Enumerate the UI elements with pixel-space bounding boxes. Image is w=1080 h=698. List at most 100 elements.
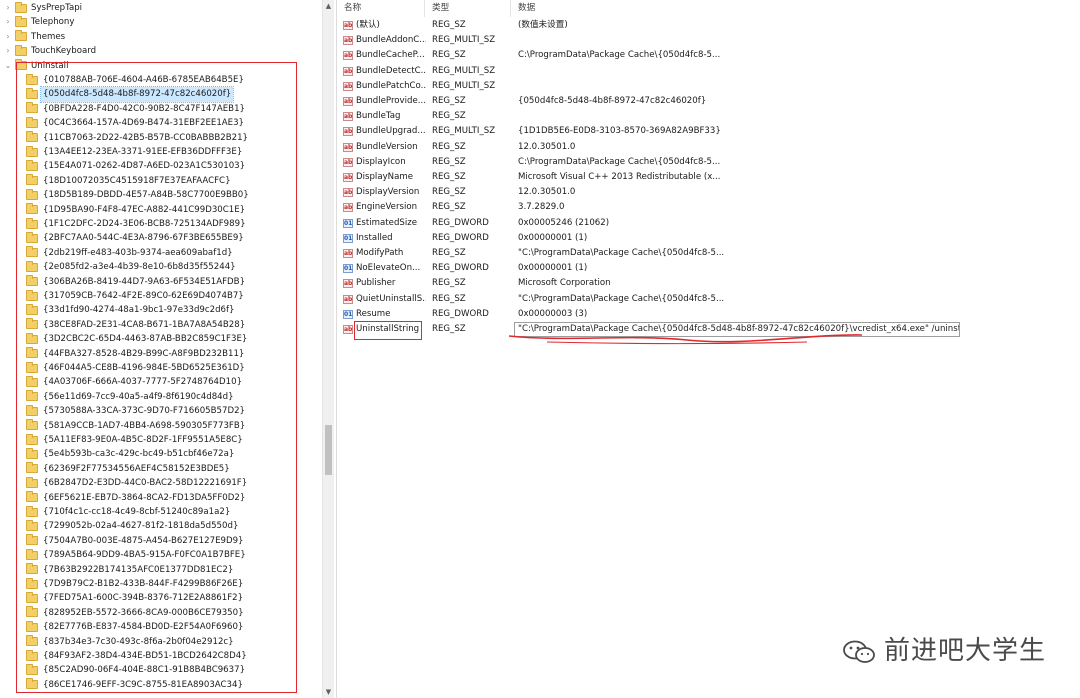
tree-item-label: {18D10072035C4515918F7E37EAFAACFC} <box>43 175 231 186</box>
value-type: REG_DWORD <box>432 308 489 319</box>
expand-chevron-icon[interactable]: › <box>4 15 12 29</box>
value-name: BundleVersion <box>356 141 418 152</box>
value-name: BundleAddonC... <box>356 35 426 46</box>
tree-item-label: {44FBA327-8528-4B29-B99C-A8F9BD232B11} <box>43 348 245 359</box>
value-row[interactable]: ab BundleAddonC... REG_MULTI_SZ <box>337 33 1080 48</box>
value-data: 0x00000003 (3) <box>518 308 588 319</box>
value-type: REG_MULTI_SZ <box>432 65 496 76</box>
value-row[interactable]: ab BundleCacheP... REG_SZ C:\ProgramData\Pa… <box>337 48 1080 63</box>
tree-item-label: {7FED75A1-600C-394B-8376-712E2A8861F2} <box>43 593 244 604</box>
string-value-icon: ab <box>343 203 353 213</box>
tree-item-label: {1F1C2DFC-2D24-3E06-BCB8-725134ADF989} <box>43 219 246 229</box>
value-name: (默认) <box>356 20 380 30</box>
value-type: REG_MULTI_SZ <box>432 35 496 46</box>
tree-item-label: {5A11EF83-9E0A-4B5C-8D2F-1FF9551A5E8C} <box>43 435 243 445</box>
value-row[interactable]: ab DisplayVersion REG_SZ 12.0.30501.0 <box>337 185 1080 200</box>
value-name: BundlePatchCo... <box>356 80 426 91</box>
tree-item-label: {710f4c1c-cc18-4c49-8cbf-51240c89a1a2} <box>43 507 231 517</box>
red-underline-annotation <box>508 334 863 345</box>
value-row[interactable]: 01 Installed REG_DWORD 0x00000001 (1) <box>337 231 1080 246</box>
tree-item-label: {85C2AD90-06F4-404E-88C1-91B8B4BC9637} <box>43 665 246 676</box>
tree-item-label: Themes <box>31 31 66 42</box>
folder-icon <box>15 30 27 42</box>
column-header-data[interactable]: 数据 <box>511 0 1080 17</box>
tree-item-label: {0BFDA228-F4D0-42C0-90B2-8C47F147AEB1} <box>43 103 246 114</box>
value-data: 12.0.30501.0 <box>518 187 576 198</box>
folder-icon <box>26 419 38 431</box>
string-value-icon: ab <box>343 66 353 76</box>
value-data: {050d4fc8-5d48-4b8f-8972-47c82c46020f} <box>518 96 707 106</box>
value-type: REG_SZ <box>432 248 466 258</box>
value-name: BundleProvide... <box>356 96 426 106</box>
string-value-icon: ab <box>343 112 353 122</box>
tree-item-label: {306BA26B-8419-44D7-9A63-6F534E51AFDB} <box>43 276 246 287</box>
expand-chevron-icon[interactable]: › <box>4 1 12 15</box>
scrollbar-thumb[interactable] <box>325 425 332 475</box>
folder-icon <box>26 116 38 128</box>
string-value-icon: ab <box>343 97 353 106</box>
highlight-box-uninstall-string <box>354 321 422 340</box>
value-row[interactable]: ab BundlePatchCo... REG_MULTI_SZ <box>337 79 1080 94</box>
folder-icon <box>26 303 38 315</box>
scroll-down-arrow-icon[interactable]: ▼ <box>323 686 334 698</box>
scroll-up-arrow-icon[interactable]: ▲ <box>323 0 334 12</box>
folder-icon <box>26 332 38 344</box>
value-name: Resume <box>356 308 391 319</box>
value-name: BundleDetectC... <box>356 65 426 76</box>
folder-icon <box>26 663 38 675</box>
value-row[interactable]: ab BundleProvide... REG_SZ {050d4fc8-5d48-4… <box>337 94 1080 109</box>
expand-chevron-icon[interactable]: › <box>4 44 12 58</box>
value-data: "C:\ProgramData\Package Cache\{050d4fc8-… <box>518 248 725 258</box>
tree-item-label: {6EF5621E-EB7D-3864-8CA2-FD13DA5FF0D2} <box>43 492 246 503</box>
folder-icon <box>26 260 38 272</box>
value-data: {1D1DB5E6-E0D8-3103-8570-369A82A9BF33} <box>518 126 721 137</box>
folder-icon <box>26 347 38 359</box>
value-row[interactable]: ab DisplayName REG_SZ Microsoft Visual C++ … <box>337 170 1080 185</box>
string-value-icon: ab <box>343 127 353 137</box>
value-row[interactable]: 01 NoElevateOn... REG_DWORD 0x00000001 (1) <box>337 261 1080 276</box>
value-row[interactable]: ab (默认) REG_SZ (数值未设置) <box>337 18 1080 33</box>
value-row[interactable]: ab QuietUninstallS... REG_SZ "C:\ProgramDat… <box>337 292 1080 307</box>
folder-icon <box>26 649 38 661</box>
folder-icon <box>26 231 38 243</box>
tree-item-label: {7504A7B0-003E-4875-A454-B627E127E9D9} <box>43 535 244 546</box>
registry-key-tree[interactable]: › SysPrepTapi › Telephony › Themes › TouchKeybo… <box>0 0 322 698</box>
tree-item-label: {010788AB-706E-4604-A46B-6785EAB64B5E} <box>43 75 244 85</box>
tree-scrollbar[interactable]: ▲ ▼ <box>322 0 334 698</box>
collapse-chevron-icon[interactable]: ⌄ <box>4 59 12 73</box>
folder-icon <box>26 678 38 690</box>
value-row[interactable]: ab DisplayIcon REG_SZ C:\ProgramData\Packag… <box>337 155 1080 170</box>
value-type: REG_SZ <box>432 187 466 198</box>
tree-item-label: {828952EB-5572-3666-8CA9-000B6CE79350} <box>43 607 244 618</box>
value-row[interactable]: ab BundleTag REG_SZ <box>337 109 1080 124</box>
tree-item-label: {7D9B79C2-B1B2-433B-844F-F4299B86F26E} <box>43 579 244 589</box>
value-row[interactable]: 01 Resume REG_DWORD 0x00000003 (3) <box>337 307 1080 322</box>
string-value-icon: ab <box>343 142 353 152</box>
value-row[interactable]: ab ModifyPath REG_SZ "C:\ProgramData\Packag… <box>337 246 1080 261</box>
folder-icon <box>26 620 38 632</box>
tree-item-label: {7B63B2922B174135AFC0E1377DD81EC2} <box>43 564 234 575</box>
watermark-text: 前进吧大学生 <box>883 636 1046 666</box>
tree-item-label: {38CE8FAD-2E31-4CA8-B671-1BA7A8A54B28} <box>43 319 246 330</box>
value-row[interactable]: ab BundleVersion REG_SZ 12.0.30501.0 <box>337 140 1080 155</box>
value-type: REG_SZ <box>432 324 466 334</box>
value-type: REG_SZ <box>432 293 466 304</box>
value-name: EstimatedSize <box>356 217 418 228</box>
tree-item-label: {33d1fd90-4274-48a1-9bc1-97e33d9c2d6f} <box>43 305 235 316</box>
value-row[interactable]: ab Publisher REG_SZ Microsoft Corporation <box>337 276 1080 291</box>
value-row[interactable]: ab EngineVersion REG_SZ 3.7.2829.0 <box>337 200 1080 215</box>
string-value-icon: ab <box>343 279 353 289</box>
value-type: REG_DWORD <box>432 232 489 243</box>
value-type: REG_MULTI_SZ <box>432 126 496 137</box>
column-header-name[interactable]: 名称 <box>337 0 425 17</box>
value-row[interactable]: 01 EstimatedSize REG_DWORD 0x00005246 (2106… <box>337 216 1080 231</box>
value-type: REG_SZ <box>432 50 466 61</box>
folder-icon <box>26 73 38 85</box>
value-row[interactable]: ab BundleDetectC... REG_MULTI_SZ <box>337 64 1080 79</box>
value-row[interactable]: ab BundleUpgrad... REG_MULTI_SZ {1D1DB5E6-E… <box>337 124 1080 139</box>
string-value-icon: ab <box>343 21 353 30</box>
tree-item-label: {837b34e3-7c30-493c-8f6a-2b0f04e2912c} <box>43 636 234 647</box>
registry-values-list: 名称 类型 数据 ab (默认) REG_SZ (数值未设置) ab BundleAddo… <box>336 0 1080 698</box>
expand-chevron-icon[interactable]: › <box>4 30 12 44</box>
column-header-type[interactable]: 类型 <box>425 0 511 17</box>
